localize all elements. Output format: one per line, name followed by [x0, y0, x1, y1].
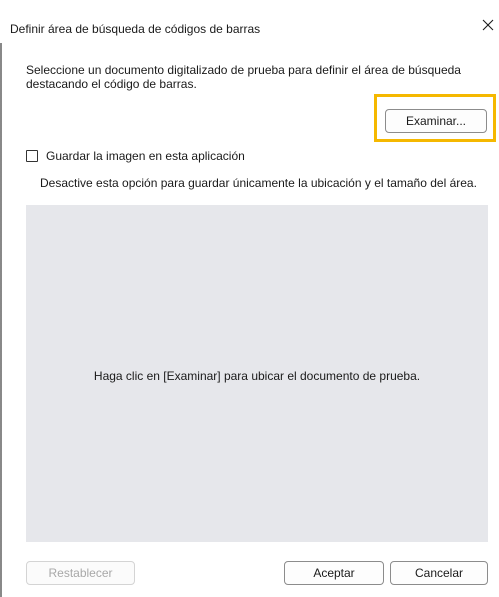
document-preview-area[interactable]: Haga clic en [Examinar] para ubicar el d… — [26, 205, 488, 542]
barcode-search-area-dialog: Definir área de búsqueda de códigos de b… — [0, 0, 499, 597]
dialog-title: Definir área de búsqueda de códigos de b… — [10, 22, 261, 36]
cancel-button[interactable]: Cancelar — [390, 561, 488, 585]
preview-placeholder-text: Haga clic en [Examinar] para ubicar el d… — [93, 369, 421, 383]
save-image-option: Guardar la imagen en esta aplicación — [26, 148, 245, 164]
close-button[interactable] — [477, 14, 499, 36]
instructions-text: Seleccione un documento digitalizado de … — [26, 63, 461, 91]
save-image-checkbox[interactable] — [26, 150, 38, 162]
window-edge — [0, 0, 2, 597]
title-bar: Definir área de búsqueda de códigos de b… — [0, 0, 499, 43]
close-icon — [482, 19, 494, 31]
save-option-hint: Desactive esta opción para guardar única… — [40, 176, 477, 190]
browse-button[interactable]: Examinar... — [385, 109, 487, 133]
ok-button[interactable]: Aceptar — [284, 561, 384, 585]
save-image-checkbox-label[interactable]: Guardar la imagen en esta aplicación — [46, 149, 245, 163]
reset-button[interactable]: Restablecer — [26, 561, 135, 585]
